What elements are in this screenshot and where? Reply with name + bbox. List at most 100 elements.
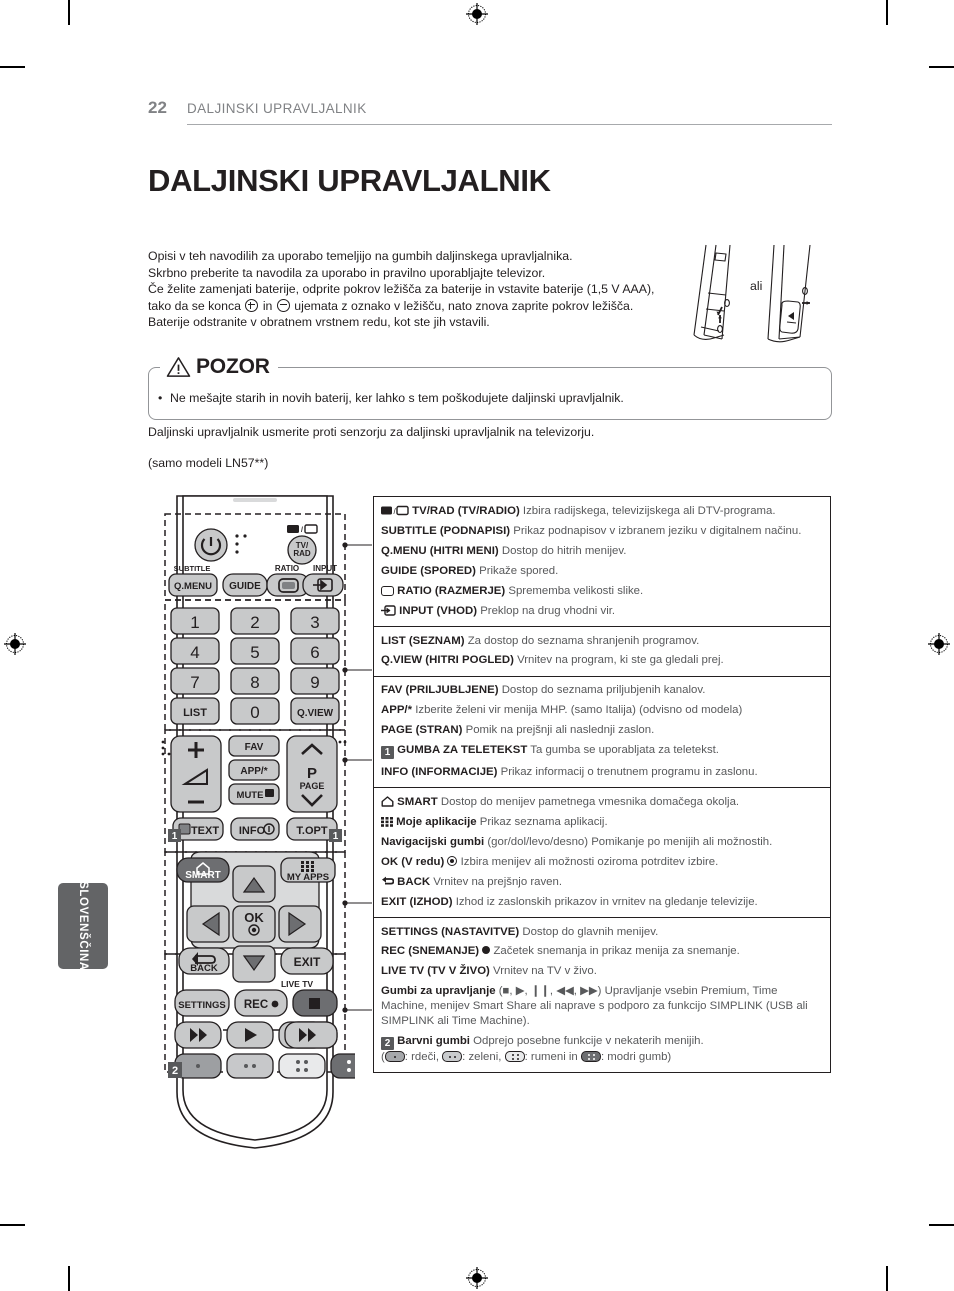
desc-group-3: FAV (PRILJUBLJENE) Dostop do seznama pri…	[374, 677, 830, 788]
desc-row-settings-label: SETTINGS (NASTAVITVE)	[381, 925, 520, 938]
desc-row-teletext-text: Ta gumba se uporabljata za teletekst.	[530, 744, 719, 757]
svg-text:Q.MENU: Q.MENU	[174, 581, 212, 592]
desc-row-nav-label: Navigacijski gumbi	[381, 835, 485, 848]
remote-control-illustration: .body { fill:#ffffff; stroke:#231f20; st…	[161, 495, 384, 1149]
my-apps-icon	[381, 816, 393, 827]
desc-row-tv-rad: / TV/RAD (TV/RADIO) Izbira radijskega, t…	[381, 501, 823, 521]
input-icon	[381, 604, 396, 616]
intro-line-3: Če želite zamenjati baterije, odprite po…	[148, 282, 655, 297]
battery-cover-figure: ali	[692, 243, 832, 343]
model-note: (samo modeli LN57**)	[148, 456, 269, 470]
plus-sign-icon	[245, 298, 259, 312]
desc-row-guide-label: GUIDE (SPORED)	[381, 564, 476, 577]
desc-row-input-text: Preklop na drug vhodni vir.	[480, 604, 616, 617]
intro-line-4c: ujemata z oznako v ležišču, nato znova z…	[294, 298, 634, 313]
desc-row-nav: Navigacijski gumbi (gor/dol/levo/desno) …	[381, 832, 823, 852]
svg-text:EXIT: EXIT	[294, 955, 321, 969]
desc-row-smart: SMART Dostop do menijev pametnega vmesni…	[381, 792, 823, 812]
desc-row-app-label: APP/*	[381, 704, 413, 717]
desc-row-app-text: Izberite želeni vir menija MHP. (samo It…	[415, 704, 743, 717]
desc-row-teletext: 1 GUMBA ZA TELETEKST Ta gumba se uporabl…	[381, 741, 823, 762]
svg-text:REC: REC	[244, 999, 268, 1011]
svg-text:8: 8	[250, 673, 259, 692]
tv-radio-icon: /	[381, 505, 409, 516]
desc-group-5: SETTINGS (NASTAVITVE) Dostop do glavnih …	[374, 918, 830, 1073]
svg-text:2: 2	[172, 1065, 178, 1077]
color-button-blue	[330, 1053, 384, 1079]
language-tab: SLOVENŠČINA	[58, 881, 108, 971]
desc-row-fav-label: FAV (PRILJUBLJENE)	[381, 684, 499, 697]
minus-sign-icon	[276, 298, 290, 312]
crop-mark-top-left-vertical	[68, 0, 70, 25]
desc-row-app: APP/* Izberite želeni vir menija MHP. (s…	[381, 701, 823, 721]
svg-text:TEXT: TEXT	[191, 825, 219, 837]
desc-row-colorbuttons: 2 Barvni gumbi Odprejo posebne funkcije …	[381, 1031, 823, 1067]
registration-target-bottom	[466, 1267, 488, 1289]
ali-label: ali	[750, 279, 763, 293]
desc-group-1: / TV/RAD (TV/RADIO) Izbira radijskega, t…	[374, 497, 830, 627]
color-swatch-red-icon	[384, 1051, 405, 1063]
svg-text:PAGE: PAGE	[300, 781, 325, 791]
intro-paragraph: Opisi v teh navodilih za uporabo temelji…	[148, 248, 693, 331]
desc-row-info-text: Prikaz informacij o trenutnem programu i…	[500, 765, 758, 778]
svg-text:7: 7	[190, 673, 199, 692]
desc-row-rec-text: Začetek snemanja in prikaz menija za sne…	[493, 945, 740, 958]
desc-row-fav: FAV (PRILJUBLJENE) Dostop do seznama pri…	[381, 681, 823, 701]
registration-target-left	[4, 633, 26, 655]
desc-row-ok-text: Izbira menijev ali možnosti oziroma potr…	[460, 855, 719, 868]
desc-row-qview-label: Q.VIEW (HITRI POGLED)	[381, 654, 514, 667]
svg-text:BACK: BACK	[190, 963, 218, 974]
remote-control-figure: .body { fill:#ffffff; stroke:#231f20; st…	[155, 492, 384, 1157]
desc-row-playback: Gumbi za upravljanje (■, ▶, ❙❙, ◀◀, ▶▶) …	[381, 982, 823, 1032]
crop-mark-bottom-left-vertical	[68, 1266, 70, 1291]
caution-bullet: •	[158, 391, 163, 405]
desc-row-info: INFO (INFORMACIJE) Prikaz informacij o t…	[381, 762, 823, 782]
desc-group-2: LIST (SEZNAM) Za dostop do seznama shran…	[374, 627, 830, 677]
desc-row-subtitle-label: SUBTITLE (PODNAPISI)	[381, 524, 511, 537]
svg-text:1: 1	[172, 831, 178, 842]
crop-mark-bottom-left-horizontal	[0, 1224, 25, 1226]
back-arrow-icon	[381, 876, 395, 887]
number-2-badge: 2	[381, 1037, 394, 1051]
desc-row-guide: GUIDE (SPORED) Prikaže spored.	[381, 561, 823, 581]
desc-row-page: PAGE (STRAN) Pomik na prejšnji ali nasle…	[381, 721, 823, 741]
caution-legend: POZOR	[160, 352, 278, 382]
svg-text:APP/*: APP/*	[240, 766, 267, 777]
desc-row-rec-label: REC (SNEMANJE)	[381, 945, 480, 958]
svg-text:INFO: INFO	[239, 825, 266, 837]
desc-row-myapps: Moje aplikacije Prikaz seznama aplikacij…	[381, 812, 823, 832]
desc-row-ok: OK (V redu) Izbira menijev ali možnosti …	[381, 852, 823, 872]
crop-mark-bottom-right-horizontal	[929, 1224, 954, 1226]
svg-text:4: 4	[190, 643, 199, 662]
desc-row-settings: SETTINGS (NASTAVITVE) Dostop do glavnih …	[381, 922, 823, 942]
svg-text:SETTINGS: SETTINGS	[178, 1000, 226, 1011]
desc-row-smart-text: Dostop do menijev pametnega vmesnika dom…	[440, 795, 740, 808]
svg-text:0: 0	[250, 703, 259, 722]
desc-row-smart-label: SMART	[397, 795, 438, 808]
desc-row-ratio: RATIO (RAZMERJE) Sprememba velikosti sli…	[381, 581, 823, 601]
svg-text:FAV: FAV	[245, 742, 264, 753]
color-swatch-blue-icon	[580, 1051, 601, 1063]
intro-line-1: Opisi v teh navodilih za uporabo temelji…	[148, 249, 573, 263]
desc-row-subtitle: SUBTITLE (PODNAPISI) Prikaz podnapisov v…	[381, 521, 823, 541]
color-legend-green: : zeleni,	[462, 1051, 502, 1064]
desc-row-teletext-label: GUMBA ZA TELETEKST	[397, 744, 528, 757]
desc-row-rec: REC (SNEMANJE) Začetek snemanja in prika…	[381, 942, 823, 962]
desc-row-back: BACK Vrnitev na prejšnjo raven.	[381, 872, 823, 892]
desc-row-livetv-label: LIVE TV (TV V ŽIVO)	[381, 965, 490, 978]
desc-row-ok-label: OK (V redu)	[381, 855, 445, 868]
desc-row-myapps-text: Prikaz seznama aplikacij.	[479, 815, 608, 828]
desc-row-exit-label: EXIT (IZHOD)	[381, 895, 453, 908]
desc-row-exit-text: Izhod iz zaslonskih prikazov in vrnitev …	[455, 895, 758, 908]
smart-home-icon	[381, 795, 394, 807]
crop-mark-top-right-horizontal	[929, 66, 954, 68]
registration-target-right	[928, 633, 950, 655]
intro-line-2: Skrbno preberite ta navodila za uporabo …	[148, 265, 546, 280]
desc-row-livetv: LIVE TV (TV V ŽIVO) Vrnitev na TV v živo…	[381, 962, 823, 982]
desc-row-playback-label: Gumbi za upravljanje	[381, 985, 496, 998]
desc-row-fav-text: Dostop do seznama priljubjenih kanalov.	[501, 684, 706, 697]
desc-row-qview-text: Vrnitev na program, ki ste ga gledali pr…	[517, 654, 724, 667]
desc-row-subtitle-text: Prikaz podnapisov v izbranem jeziku v di…	[513, 524, 802, 537]
svg-text:INPUT: INPUT	[313, 564, 337, 573]
color-button-yellow	[278, 1053, 326, 1079]
